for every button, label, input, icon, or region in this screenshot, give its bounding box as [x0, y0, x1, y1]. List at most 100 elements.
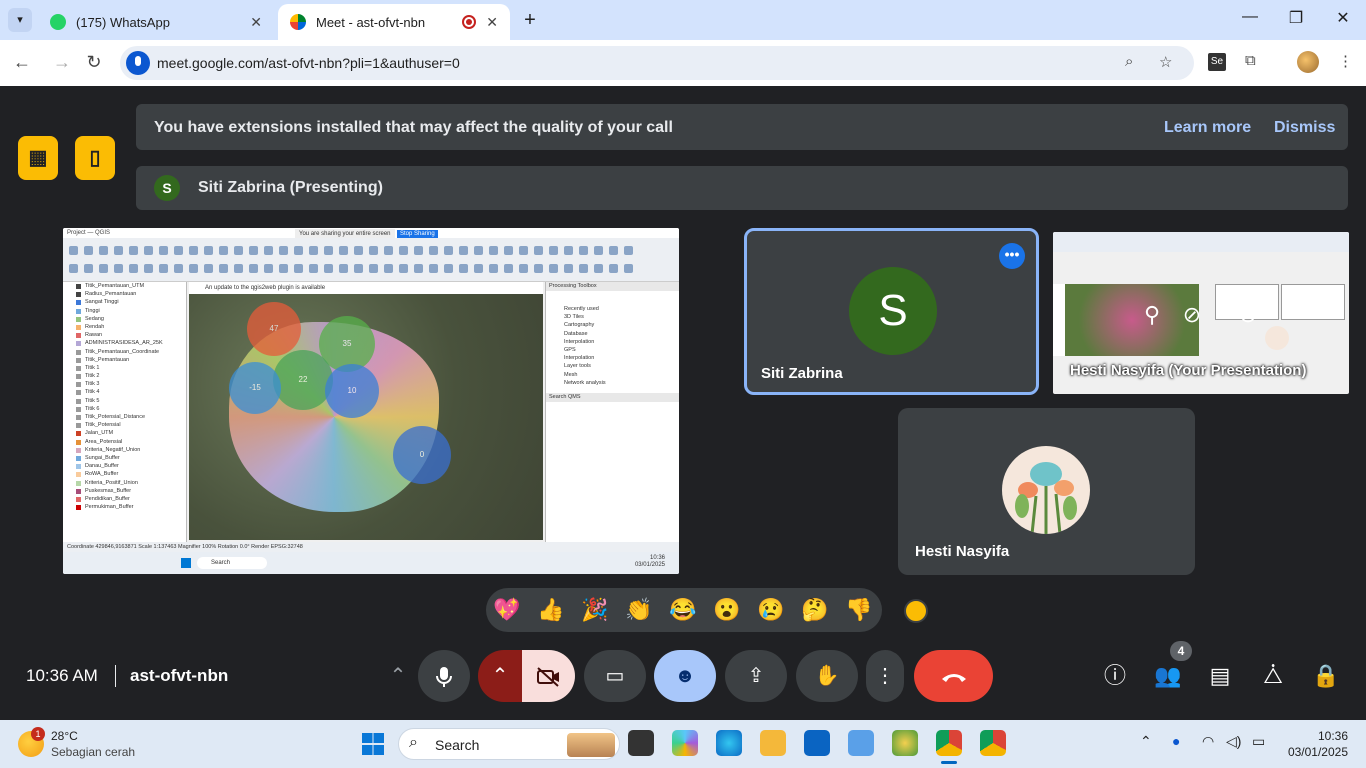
reaction-emoji[interactable]: 😢 [756, 596, 786, 624]
toolbar-icon [279, 264, 288, 273]
buffer-circle: 47 [247, 302, 301, 356]
layer-item: Titik_Pemantauan_Coordinate [63, 348, 186, 356]
omnibox[interactable]: meet.google.com/ast-ofvt-nbn?pli=1&authu… [120, 46, 1194, 80]
new-tab-button[interactable]: + [518, 8, 542, 32]
file-explorer-icon[interactable] [760, 730, 786, 756]
microphone-button[interactable] [418, 650, 470, 702]
divider [115, 665, 116, 687]
restore-icon[interactable]: ❐ [1281, 8, 1311, 28]
reload-icon[interactable]: ↻ [82, 52, 106, 73]
audio-options-chevron-icon[interactable]: ⌃ [374, 650, 422, 702]
reaction-emoji[interactable]: 😮 [712, 596, 742, 624]
companion-mode-icon[interactable]: ▯ [75, 136, 115, 180]
profile-avatar[interactable] [1297, 51, 1319, 73]
battery-icon[interactable]: ▭ [1252, 733, 1265, 750]
reaction-emoji[interactable]: 💖 [492, 596, 522, 624]
extensions-puzzle-icon[interactable]: ⧉ [1245, 52, 1256, 69]
leave-call-button[interactable] [914, 650, 993, 702]
layer-item: Radius_Pemantauan [63, 290, 186, 298]
microphone-in-use-icon[interactable] [126, 51, 150, 75]
reaction-emoji[interactable]: 😂 [668, 596, 698, 624]
layer-item: Rendah [63, 323, 186, 331]
toolbar-icon [174, 246, 183, 255]
learn-more-link[interactable]: Learn more [1164, 119, 1251, 137]
activities-icon[interactable]: ⧊ [1257, 660, 1289, 692]
windows-start-icon[interactable] [362, 733, 384, 755]
present-screen-button[interactable]: ⇪ [725, 650, 787, 702]
close-window-icon[interactable]: ✕ [1328, 8, 1358, 28]
weather-description: Sebagian cerah [51, 745, 136, 759]
taskbar-search[interactable]: ⌕ Search [398, 728, 620, 760]
volume-icon[interactable]: ◁) [1226, 733, 1241, 750]
more-options-icon[interactable]: ••• [999, 243, 1025, 269]
pin-icon[interactable]: ⚲ [1137, 300, 1167, 330]
your-presentation-tile[interactable]: ⚲ ⊘ ⊖ Hesti Nasyifa (Your Presentation) [1053, 232, 1349, 394]
minimize-icon[interactable]: — [1235, 8, 1265, 26]
mute-icon[interactable]: ⊘ [1177, 300, 1207, 330]
taskbar-clock[interactable]: 10:36 03/01/2025 [1268, 728, 1348, 760]
video-options-chevron-icon[interactable]: ⌃ [478, 650, 522, 702]
reaction-emoji[interactable]: 🎉 [580, 596, 610, 624]
layer-item: Titik_Potensial_Distance [63, 413, 186, 421]
url-text[interactable]: meet.google.com/ast-ofvt-nbn?pli=1&authu… [157, 55, 460, 71]
toolbar-icon [549, 246, 558, 255]
toolbar-icon [159, 264, 168, 273]
people-icon[interactable]: 👥 [1152, 660, 1184, 692]
app-icon[interactable] [848, 730, 874, 756]
recording-indicator-icon[interactable]: ▦ [18, 136, 58, 180]
chrome-profile-icon[interactable] [980, 730, 1006, 756]
shared-clock: 10:36 03/01/2025 [635, 555, 665, 569]
copilot-icon[interactable] [672, 730, 698, 756]
reaction-emoji[interactable]: 👍 [536, 596, 566, 624]
tab-whatsapp[interactable]: (175) WhatsApp ✕ [38, 4, 274, 40]
more-vert-icon: ⋮ [875, 665, 895, 687]
layer-item: Kriteria_Negatif_Union [63, 446, 186, 454]
chat-icon[interactable]: ▤ [1204, 660, 1236, 692]
shared-screen[interactable]: Project — QGIS You are sharing your enti… [63, 228, 679, 574]
participant-name: Siti Zabrina [761, 365, 843, 382]
close-tab-icon[interactable]: ✕ [486, 14, 498, 31]
tab-meet[interactable]: Meet - ast-ofvt-nbn ✕ [278, 4, 510, 40]
bookmark-star-icon[interactable]: ☆ [1159, 53, 1172, 71]
tab-search-dropdown-icon[interactable]: ▾ [8, 8, 32, 32]
reaction-emoji[interactable]: 👎 [844, 596, 874, 624]
remove-icon[interactable]: ⊖ [1233, 300, 1263, 330]
meeting-info-icon[interactable]: ⓘ [1099, 660, 1131, 692]
qgis-icon[interactable] [892, 730, 918, 756]
microphone-tray-icon[interactable]: ● [1172, 733, 1180, 749]
more-options-button[interactable]: ⋮ [866, 650, 904, 702]
host-controls-icon[interactable]: 🔒 [1310, 660, 1342, 692]
buffer-label: -15 [249, 383, 261, 392]
camera-off-button[interactable] [522, 650, 575, 702]
selenium-extension-icon[interactable]: Se [1208, 53, 1226, 71]
search-icon: ⌕ [409, 734, 418, 751]
raise-hand-button[interactable]: ✋ [796, 650, 858, 702]
wifi-icon[interactable]: ◠ [1202, 733, 1214, 750]
task-view-icon[interactable] [628, 730, 654, 756]
qgis-toolbar [63, 238, 679, 282]
dismiss-button[interactable]: Dismiss [1274, 119, 1335, 137]
toolbar-icon [579, 246, 588, 255]
search-highlight-image [567, 733, 615, 757]
reaction-emoji[interactable]: 👏 [624, 596, 654, 624]
reaction-emoji[interactable]: 🤔 [800, 596, 830, 624]
toolbar-icon [534, 246, 543, 255]
toolbar-icon [189, 246, 198, 255]
forward-icon[interactable]: → [50, 52, 74, 73]
captions-button[interactable]: ▭ [584, 650, 646, 702]
reactions-button[interactable]: ☻ [654, 650, 716, 702]
skin-tone-picker[interactable] [904, 599, 928, 623]
chrome-menu-icon[interactable]: ⋮ [1338, 52, 1353, 70]
edge-icon[interactable] [716, 730, 742, 756]
close-tab-icon[interactable]: ✕ [250, 14, 262, 31]
chrome-icon[interactable] [936, 730, 962, 764]
participant-tile-siti[interactable]: S ••• Siti Zabrina [744, 228, 1039, 395]
outlook-icon[interactable] [804, 730, 830, 756]
participant-tile-hesti[interactable]: Hesti Nasyifa [898, 408, 1195, 575]
show-hidden-icons-icon[interactable]: ⌃ [1140, 733, 1152, 750]
shared-taskbar: Search 10:36 03/01/2025 [63, 552, 679, 574]
zoom-icon[interactable]: ⌕ [1125, 53, 1133, 70]
extensions-warning-banner: You have extensions installed that may a… [136, 104, 1348, 150]
back-icon[interactable]: ← [10, 52, 34, 73]
presenter-avatar: S [154, 175, 180, 201]
